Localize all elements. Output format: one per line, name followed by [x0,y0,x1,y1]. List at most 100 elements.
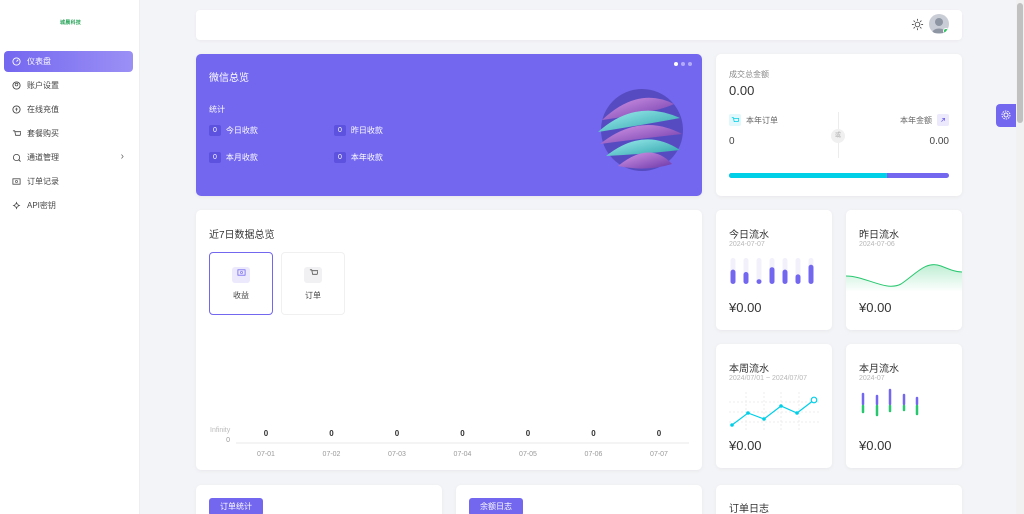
online-status-dot [943,28,949,34]
seven-day-chart: Infinity 0 0 07-01 0 07-02 0 07-03 0 07-04 0 07-05 0… [210,427,689,458]
flow-date: 2024-07 [859,375,885,382]
sidebar-item-recharge[interactable]: 在线充值 [4,99,133,120]
flow-amount: ¥0.00 [729,438,762,453]
gear-icon [1001,110,1011,122]
sidebar-item-label: 订单记录 [27,177,59,186]
logo[interactable]: 城晨科技 [60,19,81,26]
data-label: 0 [264,429,269,438]
year-amount-label: 本年金额 [900,114,949,126]
y-tick-label: 0 [226,437,230,444]
link-icon [937,114,949,126]
stat-month: 0 本月收款 [209,152,258,163]
settings-drawer-toggle[interactable] [996,104,1016,127]
flow-card-week: 本周流水 2024/07/01 ~ 2024/07/07 ¥0.00 [716,344,832,468]
chevron-right-icon: › [120,151,124,162]
total-amount-card: 成交总金额 0.00 本年订单 本年金额 或 0 0.00 [716,54,962,196]
sidebar-item-label: 仪表盘 [27,57,51,66]
sphere-illustration [598,89,683,171]
flow-title: 本月流水 [859,364,899,375]
sidebar-item-channel[interactable]: 通道管理 › [4,147,133,168]
x-tick-label: 07-01 [257,451,275,458]
flow-amount: ¥0.00 [729,300,762,315]
sidebar-item-label: 账户设置 [27,81,59,90]
total-amount: 0.00 [729,83,755,98]
data-label: 0 [329,429,334,438]
user-settings-icon [12,81,21,90]
seven-day-overview-card: 近7日数据总览 收益 订单 Infinity 0 0 07-01 0 07-02 0 07-0… [196,210,702,470]
spark-bar [756,279,762,284]
year-orders-value: 0 [729,136,735,147]
flow-date: 2024-07-06 [859,241,895,248]
flow-card-today: 今日流水 2024-07-07 ¥0.00 [716,210,832,330]
tab-orders[interactable]: 订单 [281,252,345,315]
wechat-overview-card: 微信总览 统计 0 今日收款 0 昨日收款 0 本月收款 0 本年收款 [196,54,702,196]
spark-bar [769,267,775,284]
order-stats-button[interactable]: 订单统计 [209,498,263,514]
flow-date: 2024/07/01 ~ 2024/07/07 [729,375,808,382]
carousel-indicators[interactable] [674,62,692,66]
flow-title: 本周流水 [729,364,769,375]
order-log-title: 订单日志 [729,504,769,514]
dashboard-icon [12,57,21,66]
y-axis-label: Infinity [210,427,231,434]
spark-bar [743,272,749,284]
sidebar: 城晨科技 仪表盘 账户设置 在线充值 套餐购买 通道管理 › 订单记录 API密… [0,0,140,514]
data-label: 0 [526,429,531,438]
theme-toggle-icon[interactable] [911,18,924,33]
recharge-icon [12,105,21,114]
cart-icon [12,129,21,138]
tab-revenue[interactable]: 收益 [209,252,273,315]
x-tick-label: 07-06 [585,451,603,458]
page-scrollbar[interactable] [1016,0,1024,514]
sidebar-item-label: 通道管理 [27,153,59,162]
year-orders-label: 本年订单 [729,114,778,126]
stat-yesterday: 0 昨日收款 [334,125,383,136]
sidebar-item-order-records[interactable]: 订单记录 [4,171,133,192]
spark-bar [730,269,736,284]
x-tick-label: 07-04 [454,451,472,458]
key-icon [12,201,21,210]
flow-card-yesterday: 昨日流水 2024-07-06 ¥0.00 [846,210,962,330]
trend-title: 近7日数据总览 [209,230,275,241]
wechat-title: 微信总览 [209,73,249,84]
year-amount-value: 0.00 [929,136,949,147]
flow-amount: ¥0.00 [859,438,892,453]
sidebar-item-package[interactable]: 套餐购买 [4,123,133,144]
balance-log-card: 余额日志 [456,485,702,514]
data-label: 0 [657,429,662,438]
cart-icon [729,114,741,126]
progress-fill-orders [729,173,888,178]
flow-title: 昨日流水 [859,230,899,241]
flow-amount: ¥0.00 [859,300,892,315]
wechat-subtitle: 统计 [209,105,225,114]
data-label: 0 [591,429,596,438]
flow-title: 今日流水 [729,230,769,241]
month-sparkline [861,388,919,417]
cart-icon [304,267,322,283]
progress-bar [729,173,949,178]
yesterday-sparkline [846,264,962,292]
sidebar-item-api-key[interactable]: API密钥 [4,195,133,216]
x-tick-label: 07-02 [323,451,341,458]
sidebar-item-label: 在线充值 [27,105,59,114]
sidebar-item-account-settings[interactable]: 账户设置 [4,75,133,96]
avatar[interactable] [929,14,949,34]
top-navbar [196,10,962,40]
order-stats-card: 订单统计 [196,485,442,514]
revenue-icon [232,267,250,283]
sidebar-item-dashboard[interactable]: 仪表盘 [4,51,133,72]
balance-log-button[interactable]: 余额日志 [469,498,523,514]
week-sparkline [729,392,821,432]
order-record-icon [12,177,21,186]
x-tick-label: 07-03 [388,451,406,458]
flow-card-month: 本月流水 2024-07 ¥0.00 [846,344,962,468]
channel-icon [12,153,21,162]
today-sparkline [730,258,814,284]
sidebar-item-label: 套餐购买 [27,129,59,138]
order-log-card: 订单日志 [716,485,962,514]
x-tick-label: 07-07 [650,451,668,458]
data-label: 0 [460,429,465,438]
scrollbar-thumb[interactable] [1017,3,1023,123]
total-label: 成交总金额 [729,70,769,79]
spark-bar [795,274,801,284]
